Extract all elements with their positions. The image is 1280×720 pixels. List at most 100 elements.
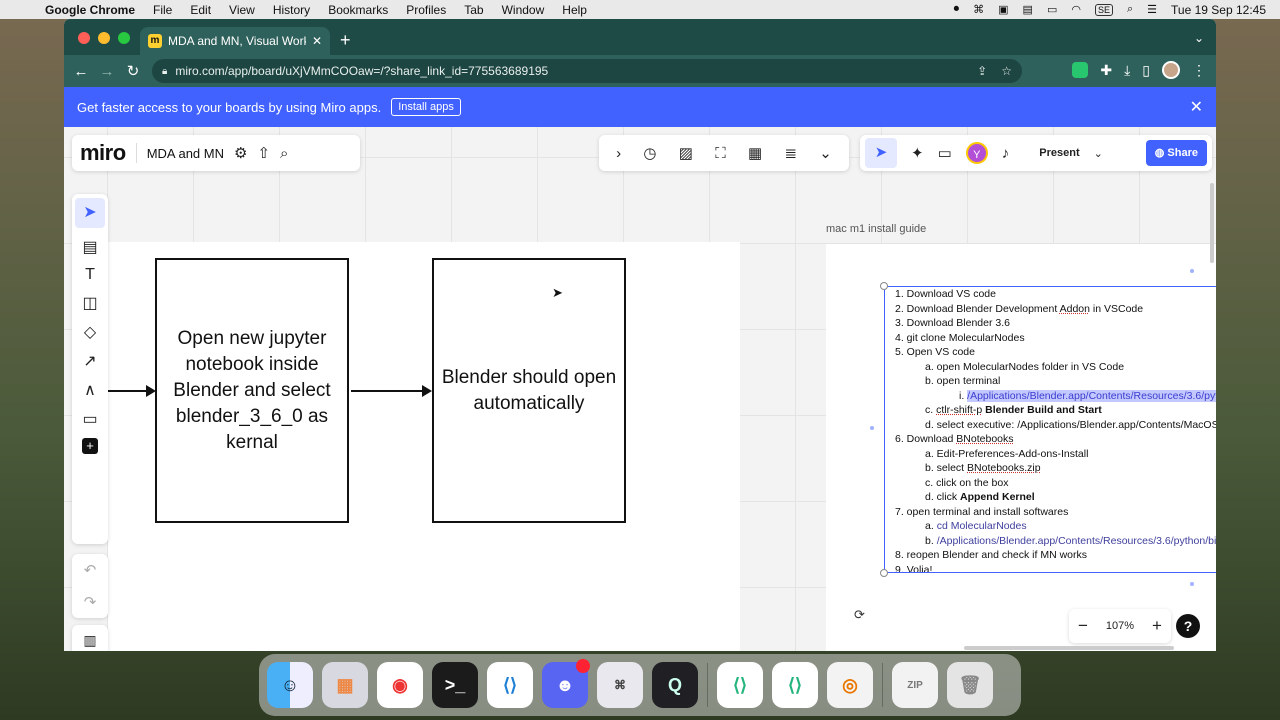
search-icon[interactable]: ⌕ xyxy=(280,145,288,162)
menu-history[interactable]: History xyxy=(264,3,319,17)
menubar-clock[interactable]: Tue 19 Sep 12:45 xyxy=(1171,3,1266,17)
redo-icon[interactable]: ↷ xyxy=(84,593,97,611)
side-panel-icon[interactable]: ▯ xyxy=(1142,62,1150,79)
share-button[interactable]: ◍ Share xyxy=(1145,140,1207,166)
menu-edit[interactable]: Edit xyxy=(181,3,220,17)
chrome-menu-icon[interactable]: ⋮ xyxy=(1192,62,1206,79)
document-icon[interactable]: ▤ xyxy=(1023,3,1033,16)
undo-icon[interactable]: ↶ xyxy=(84,561,97,579)
calendar-icon[interactable]: ▦ xyxy=(748,144,762,162)
command-icon[interactable]: ⌘ xyxy=(973,3,984,16)
search-icon[interactable]: ⌕ xyxy=(1127,3,1133,16)
puzzle-extensions-icon[interactable]: ✚ xyxy=(1100,62,1112,79)
reactions-icon[interactable]: ✦ xyxy=(911,144,924,162)
forward-button[interactable]: → xyxy=(94,63,120,80)
expand-chevron-icon[interactable]: › xyxy=(616,145,621,162)
present-options-chevron-icon[interactable]: ⌄ xyxy=(1094,147,1103,160)
shape-blender-text[interactable]: Blender should open automatically xyxy=(440,365,618,417)
connection-line-icon[interactable]: ↗ xyxy=(83,351,96,371)
reload-button[interactable]: ↻ xyxy=(120,62,146,80)
dock-blender-icon[interactable]: ◎ xyxy=(827,662,873,708)
menu-profiles[interactable]: Profiles xyxy=(397,3,455,17)
miro-logo[interactable]: miro xyxy=(80,140,126,166)
tab-miro-board[interactable]: m MDA and MN, Visual Workspace ✕ xyxy=(140,27,330,55)
dock-finder-icon[interactable]: ☺ xyxy=(267,662,313,708)
pen-icon[interactable]: ∧ xyxy=(84,380,96,400)
minimize-window-button[interactable] xyxy=(98,32,110,44)
menu-file[interactable]: File xyxy=(144,3,181,17)
back-button[interactable]: ← xyxy=(68,63,94,80)
clipboard-icon[interactable]: ▣ xyxy=(998,3,1008,16)
select-cursor-icon[interactable]: ➤ xyxy=(865,138,897,168)
dock-vscode-icon[interactable]: ⟨⟩ xyxy=(772,662,818,708)
board-name[interactable]: MDA and MN xyxy=(147,146,224,161)
vertical-scrollbar[interactable] xyxy=(1210,183,1214,263)
notifications-bell-icon[interactable]: ♪ xyxy=(1002,145,1010,162)
shape-jupyter-text[interactable]: Open new jupyter notebook inside Blender… xyxy=(163,326,341,456)
dock-discord-icon[interactable]: ☻ xyxy=(542,659,590,708)
new-tab-button[interactable]: + xyxy=(340,30,351,51)
select-tool-icon[interactable]: ➤ xyxy=(75,198,105,228)
dock-vscode-insiders-icon[interactable]: ⟨⟩ xyxy=(717,662,763,708)
install-apps-button[interactable]: Install apps xyxy=(391,98,461,116)
shape-blender-step[interactable]: Blender should open automatically xyxy=(432,258,626,523)
sticky-note-icon[interactable]: ◫ xyxy=(82,293,97,313)
connector-line[interactable] xyxy=(351,390,423,392)
wifi-icon[interactable]: ◠ xyxy=(1071,3,1081,16)
install-guide-text[interactable]: 1. Download VS code 2. Download Blender … xyxy=(884,286,1216,573)
profile-avatar[interactable] xyxy=(1162,61,1180,79)
text-tool-icon[interactable]: T xyxy=(85,266,95,284)
menu-app-name[interactable]: Google Chrome xyxy=(36,3,144,17)
notes-icon[interactable]: ≣ xyxy=(784,144,797,162)
bookmark-star-icon[interactable]: ☆ xyxy=(1001,64,1012,78)
zoom-window-button[interactable] xyxy=(118,32,130,44)
focus-capture-icon[interactable]: ⛶ xyxy=(715,145,726,162)
dock-trash-icon[interactable]: 🗑︎ xyxy=(947,662,993,708)
more-apps-plus-icon[interactable]: + xyxy=(82,438,98,454)
dock-terminal-icon[interactable]: >_ xyxy=(432,662,478,708)
horizontal-scrollbar[interactable] xyxy=(964,646,1174,650)
frame-label[interactable]: mac m1 install guide xyxy=(826,223,926,235)
record-icon[interactable]: ⏺ xyxy=(954,3,960,16)
connector-line[interactable] xyxy=(108,390,148,392)
timer-icon[interactable]: ◷ xyxy=(643,144,656,162)
control-center-icon[interactable]: ☰ xyxy=(1147,3,1157,16)
url-text[interactable]: miro.com/app/board/uXjVMmCOOaw=/?share_l… xyxy=(175,64,548,78)
extension-icon[interactable] xyxy=(1072,62,1089,78)
miro-canvas[interactable]: mac m1 install guide Open new jupyter no… xyxy=(64,127,1216,651)
export-upload-icon[interactable]: ⇧ xyxy=(257,144,270,162)
dock-zip-archive-icon[interactable]: ZIP xyxy=(892,662,938,708)
menu-window[interactable]: Window xyxy=(493,3,554,17)
help-button[interactable]: ? xyxy=(1176,614,1200,638)
board-panel-icon[interactable]: ▥ xyxy=(72,625,108,651)
comments-icon[interactable]: ▭ xyxy=(938,144,952,162)
user-avatar[interactable]: Y xyxy=(965,142,988,164)
menu-view[interactable]: View xyxy=(220,3,264,17)
download-icon[interactable]: ⤓ xyxy=(1124,62,1130,79)
dock-launchpad-icon[interactable]: ▦ xyxy=(322,662,368,708)
resize-handle[interactable] xyxy=(880,569,888,577)
present-button[interactable]: Present xyxy=(1039,147,1079,159)
lock-icon[interactable]: 🔒︎ xyxy=(162,66,167,77)
zoom-in-button[interactable]: + xyxy=(1152,616,1162,636)
close-tab-icon[interactable]: ✕ xyxy=(312,34,322,48)
shape-jupyter-step[interactable]: Open new jupyter notebook inside Blender… xyxy=(155,258,349,523)
dock-quicktime-icon[interactable]: Q xyxy=(652,662,698,708)
dock-vscode-icon[interactable]: ⟨⟩ xyxy=(487,662,533,708)
close-banner-icon[interactable]: ✕ xyxy=(1190,97,1203,117)
share-page-icon[interactable]: ⇪ xyxy=(977,64,987,78)
tab-search-chevron-icon[interactable]: ⌄ xyxy=(1194,31,1204,45)
zoom-out-button[interactable]: − xyxy=(1078,616,1088,636)
menu-help[interactable]: Help xyxy=(553,3,596,17)
dock-keyboard-icon[interactable]: ⌘ xyxy=(597,662,643,708)
zoom-level[interactable]: 107% xyxy=(1106,620,1134,632)
menu-tab[interactable]: Tab xyxy=(455,3,492,17)
menu-bookmarks[interactable]: Bookmarks xyxy=(319,3,397,17)
shapes-icon[interactable]: ◇ xyxy=(84,322,96,342)
templates-icon[interactable]: ▤ xyxy=(82,237,97,257)
settings-gear-icon[interactable]: ⚙ xyxy=(234,144,247,162)
rotate-icon[interactable]: ⟳ xyxy=(854,607,865,623)
frame-image-icon[interactable]: ▨ xyxy=(679,144,693,162)
close-window-button[interactable] xyxy=(78,32,90,44)
address-bar[interactable]: 🔒︎ miro.com/app/board/uXjVMmCOOaw=/?shar… xyxy=(152,59,1022,83)
